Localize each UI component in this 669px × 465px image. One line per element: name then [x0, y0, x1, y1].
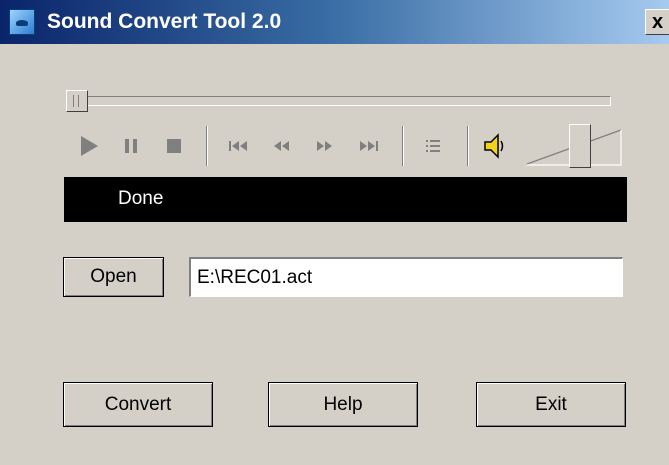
convert-button[interactable]: Convert	[63, 382, 213, 427]
pause-button[interactable]	[121, 134, 141, 158]
playlist-icon	[426, 140, 440, 152]
window-title: Sound Convert Tool 2.0	[47, 10, 282, 33]
status-panel: Done	[64, 177, 627, 222]
toolbar-separator	[402, 126, 404, 166]
app-icon	[9, 9, 35, 35]
rewind-button[interactable]	[268, 136, 294, 156]
close-button[interactable]: x	[645, 9, 669, 35]
toolbar-separator	[206, 126, 208, 166]
status-text: Done	[118, 188, 164, 209]
skip-to-start-button[interactable]	[225, 136, 251, 156]
fast-forward-button[interactable]	[312, 136, 338, 156]
stop-icon	[167, 139, 181, 153]
open-button[interactable]: Open	[63, 257, 164, 297]
toolbar-separator	[467, 126, 469, 166]
skip-to-start-icon	[229, 141, 247, 151]
volume-thumb[interactable]	[568, 124, 591, 168]
play-icon	[81, 136, 98, 156]
help-button[interactable]: Help	[268, 382, 418, 427]
mute-button[interactable]	[481, 130, 507, 162]
file-path-input[interactable]	[189, 257, 623, 297]
skip-to-end-button[interactable]	[355, 136, 383, 156]
pause-icon	[125, 139, 137, 153]
fast-forward-icon	[317, 141, 332, 151]
speaker-icon	[484, 133, 504, 159]
seek-thumb[interactable]	[66, 90, 88, 112]
skip-to-end-icon	[360, 141, 378, 151]
play-button[interactable]	[77, 134, 101, 158]
playlist-button[interactable]	[419, 133, 447, 159]
exit-button[interactable]: Exit	[476, 382, 626, 427]
rewind-icon	[274, 141, 289, 151]
title-bar[interactable]: Sound Convert Tool 2.0 x	[0, 0, 669, 44]
seek-track[interactable]	[66, 96, 611, 106]
stop-button[interactable]	[163, 134, 185, 158]
